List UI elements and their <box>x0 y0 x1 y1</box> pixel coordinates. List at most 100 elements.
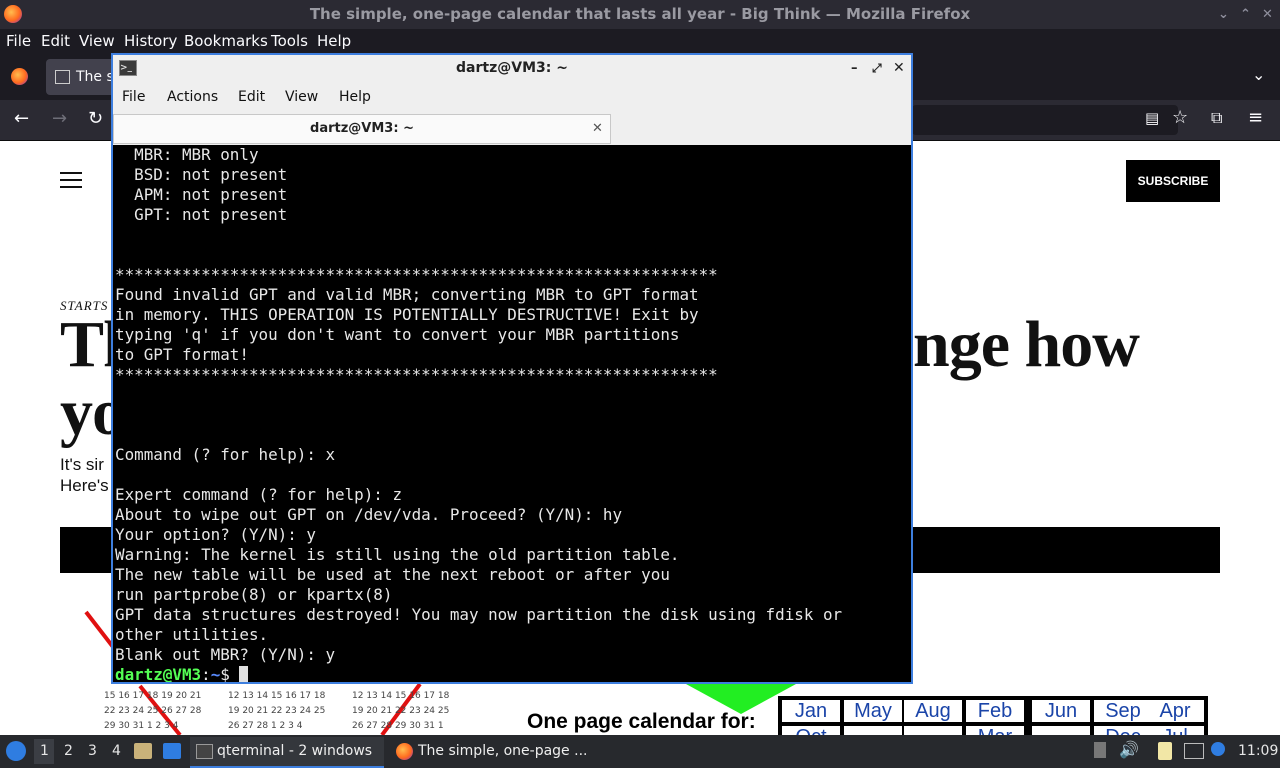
terminal-menu-help[interactable]: Help <box>339 89 371 105</box>
workspace-1[interactable]: 1 <box>40 743 49 759</box>
month-label: Jun <box>1032 700 1090 722</box>
terminal-line: GPT: not present <box>115 205 288 224</box>
terminal-line: The new table will be used at the next r… <box>115 565 670 584</box>
tab-favicon-icon <box>55 70 70 84</box>
hamburger-menu-icon[interactable] <box>0 141 100 221</box>
terminal-titlebar[interactable]: >_ dartz@VM3: ~ – ⤢ ✕ <box>113 55 911 82</box>
terminal-line: ****************************************… <box>115 365 718 384</box>
month-label <box>844 726 902 735</box>
terminal-tab[interactable]: dartz@VM3: ~ ✕ <box>113 114 611 144</box>
volume-icon[interactable]: 🔊 <box>1119 740 1139 759</box>
terminal-window[interactable]: >_ dartz@VM3: ~ – ⤢ ✕ File Actions Edit … <box>111 53 913 684</box>
terminal-line: run partprobe(8) or kpartx(8) <box>115 585 393 604</box>
tray-updates-icon[interactable] <box>1094 742 1106 758</box>
terminal-menu-view[interactable]: View <box>285 89 318 105</box>
close-icon[interactable]: ✕ <box>1262 0 1273 29</box>
file-manager-icon[interactable] <box>134 743 152 759</box>
month-label: Aug <box>904 700 962 722</box>
terminal-line: APM: not present <box>115 185 288 204</box>
menu-edit[interactable]: Edit <box>41 32 70 50</box>
minimize-icon[interactable]: ⌄ <box>1218 0 1229 29</box>
reload-icon[interactable]: ↻ <box>88 108 103 129</box>
terminal-menubar: File Actions Edit View Help <box>113 82 911 113</box>
terminal-line: Expert command (? for help): z <box>115 485 403 504</box>
month-label: May <box>844 700 902 722</box>
back-icon[interactable]: ← <box>14 108 29 129</box>
forward-icon[interactable]: → <box>52 108 67 129</box>
terminal-output[interactable]: MBR: MBR only BSD: not present APM: not … <box>113 145 911 682</box>
terminal-minimize-icon[interactable]: – <box>851 55 858 82</box>
tab-list-chevron-icon[interactable]: ⌄ <box>1252 65 1265 84</box>
menu-help[interactable]: Help <box>317 32 351 50</box>
terminal-line: typing 'q' if you don't want to convert … <box>115 325 680 344</box>
terminal-menu-actions[interactable]: Actions <box>167 89 218 105</box>
mini-calendar-row: 29 30 31 1 2 3 4 <box>104 721 179 731</box>
terminal-line: ****************************************… <box>115 265 718 284</box>
start-menu-icon[interactable] <box>6 741 26 761</box>
terminal-task-icon <box>196 744 213 759</box>
app-menu-icon[interactable]: ≡ <box>1248 107 1263 128</box>
mini-calendar-row: 12 13 14 15 16 17 18 <box>352 691 450 701</box>
workspace-4[interactable]: 4 <box>112 743 121 759</box>
prompt-path: ~ <box>210 665 221 682</box>
terminal-tab-label: dartz@VM3: ~ <box>310 121 414 136</box>
firefox-menubar: File Edit View History Bookmarks Tools H… <box>0 29 1280 53</box>
text-cursor <box>239 666 249 682</box>
month-label <box>904 726 962 735</box>
menu-bookmarks[interactable]: Bookmarks <box>184 32 268 50</box>
clock: 11:09 <box>1238 743 1279 759</box>
taskbar: 1 2 3 4 qterminal - 2 windows The simple… <box>0 735 1280 768</box>
terminal-maximize-icon[interactable]: ⤢ <box>872 55 882 82</box>
mini-calendar-row: 26 27 28 1 2 3 4 <box>228 721 303 731</box>
subscribe-button[interactable]: SUBSCRIBE <box>1126 160 1220 202</box>
show-desktop-icon[interactable] <box>163 743 181 759</box>
terminal-line: MBR: MBR only <box>115 145 259 164</box>
url-bar[interactable] <box>912 105 1178 135</box>
firefox-titlebar: The simple, one-page calendar that lasts… <box>0 0 1280 29</box>
month-label <box>1032 726 1090 735</box>
prompt-separator: : <box>201 665 211 682</box>
browser-tab[interactable]: The s <box>46 59 116 95</box>
firefox-logo-icon <box>4 5 22 23</box>
month-label: Dec <box>1094 726 1152 735</box>
terminal-tab-close-icon[interactable]: ✕ <box>592 115 603 143</box>
menu-view[interactable]: View <box>79 32 115 50</box>
menu-history[interactable]: History <box>124 32 177 50</box>
mini-calendar-row: 26 27 28 29 30 31 1 <box>352 721 444 731</box>
reader-mode-icon[interactable]: ▤ <box>1145 109 1159 127</box>
terminal-line: Your option? (Y/N): y <box>115 525 316 544</box>
terminal-menu-file[interactable]: File <box>122 89 145 105</box>
terminal-app-icon: >_ <box>119 60 137 76</box>
subheading-line1: It's sir <box>60 455 104 474</box>
clipboard-icon[interactable] <box>1158 742 1172 760</box>
subheading-line2: Here's <box>60 476 109 495</box>
taskbar-task-firefox[interactable]: The simple, one-page ... <box>390 737 590 766</box>
month-label: Feb <box>966 700 1024 722</box>
workspace-3[interactable]: 3 <box>88 743 97 759</box>
month-label: Jul <box>1146 726 1204 735</box>
mini-calendar-row: 12 13 14 15 16 17 18 <box>228 691 326 701</box>
mini-calendar-row: 19 20 21 22 23 24 25 <box>352 706 450 716</box>
extensions-icon[interactable]: ⧉ <box>1211 108 1222 128</box>
menu-tools[interactable]: Tools <box>271 32 308 50</box>
terminal-line: About to wipe out GPT on /dev/vda. Proce… <box>115 505 623 524</box>
terminal-line: Command (? for help): x <box>115 445 336 464</box>
firefox-view-icon[interactable] <box>11 68 28 85</box>
maximize-icon[interactable]: ⌃ <box>1240 0 1251 29</box>
terminal-line: in memory. THIS OPERATION IS POTENTIALLY… <box>115 305 699 324</box>
tab-label: The s <box>76 69 114 85</box>
notification-icon[interactable] <box>1211 742 1225 756</box>
prompt-symbol: $ <box>220 665 240 682</box>
taskbar-task-terminal[interactable]: qterminal - 2 windows <box>190 737 384 768</box>
terminal-menu-edit[interactable]: Edit <box>238 89 265 105</box>
workspace-2[interactable]: 2 <box>64 743 73 759</box>
month-label: Sep <box>1094 700 1152 722</box>
terminal-lines: MBR: MBR only BSD: not present APM: not … <box>115 145 842 664</box>
terminal-close-icon[interactable]: ✕ <box>893 55 905 82</box>
terminal-line: other utilities. <box>115 625 269 644</box>
headline-line1-right: nge how <box>913 308 1140 381</box>
prompt-user: dartz@VM3 <box>115 665 202 682</box>
menu-file[interactable]: File <box>6 32 31 50</box>
bookmark-star-icon[interactable]: ☆ <box>1172 107 1188 128</box>
network-icon[interactable] <box>1184 743 1204 759</box>
